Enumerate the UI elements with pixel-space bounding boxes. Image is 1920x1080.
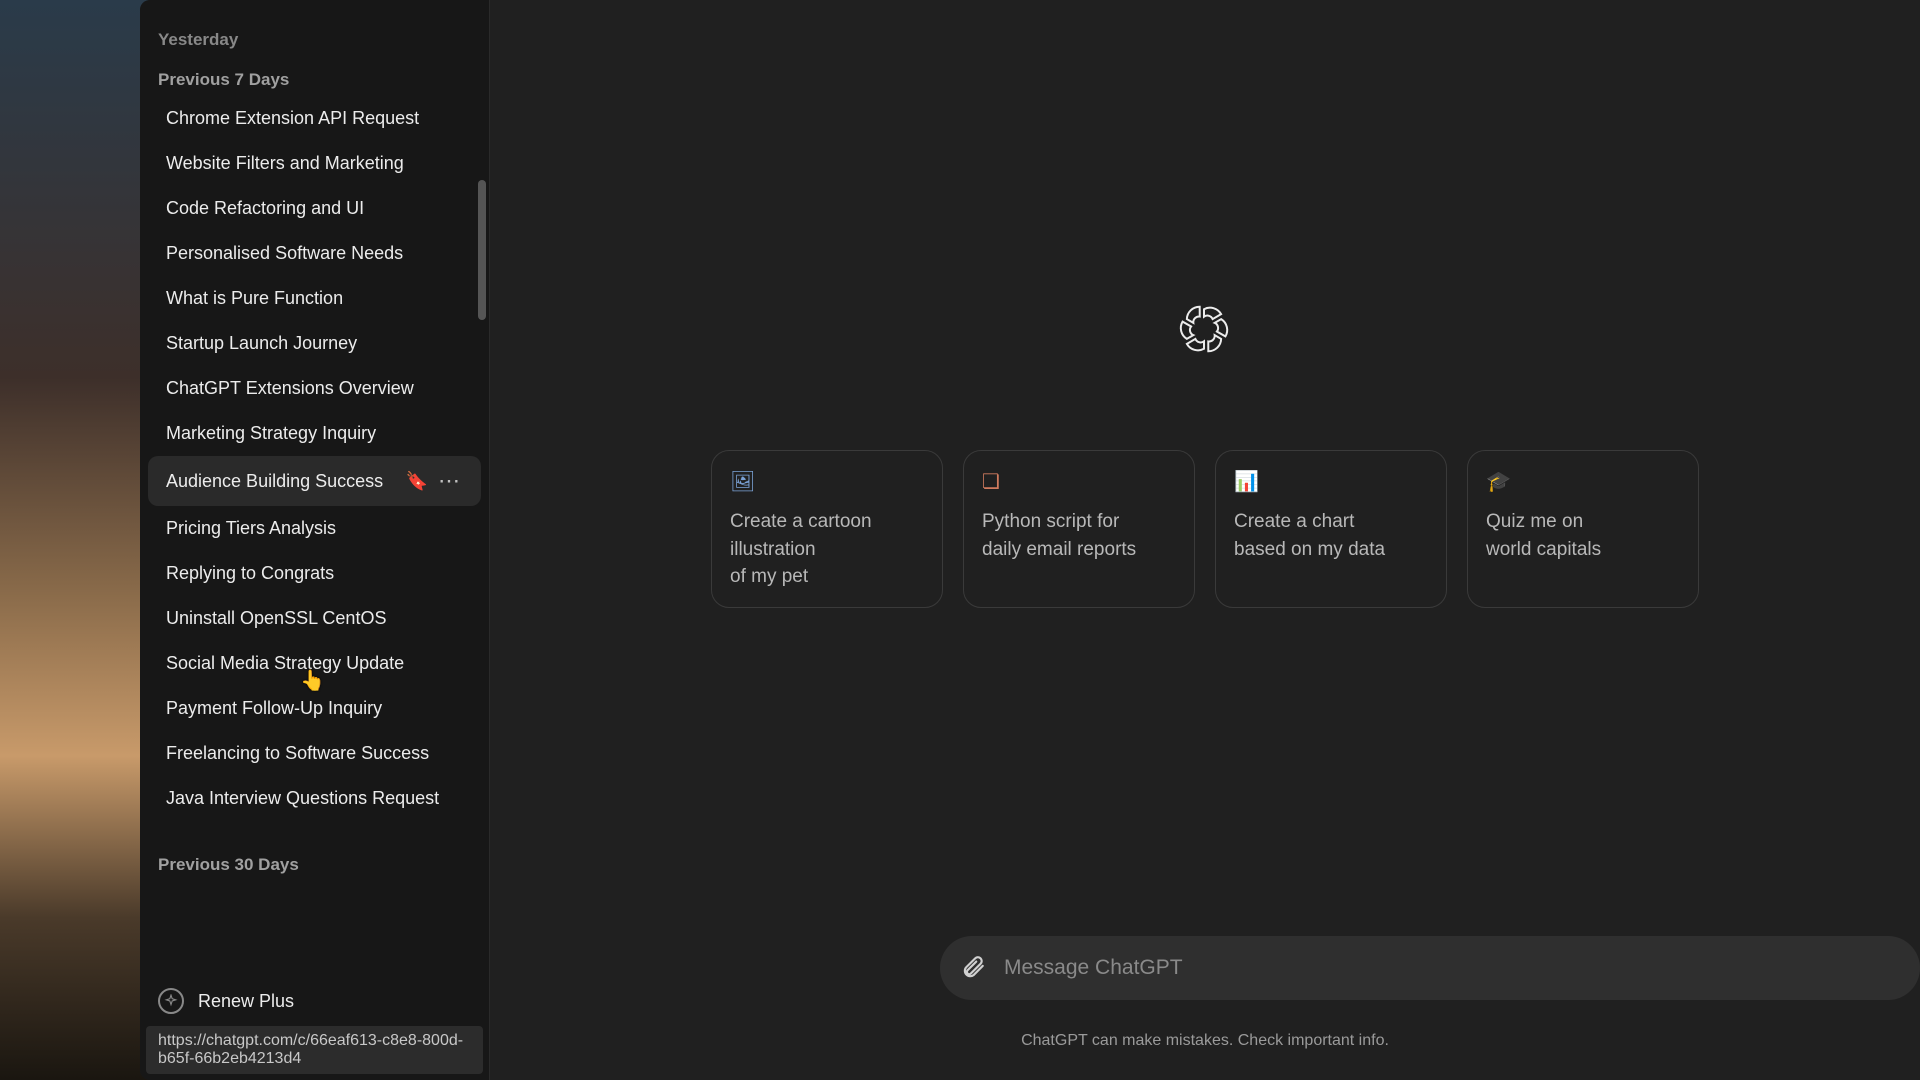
conversation-title: Personalised Software Needs <box>166 243 465 264</box>
conversation-item[interactable]: Website Filters and Marketing <box>148 141 481 186</box>
conversation-title: Audience Building Success <box>166 471 406 492</box>
suggestion-card[interactable]: ❏ Python script for daily email reports <box>963 450 1195 608</box>
conversation-item[interactable]: Personalised Software Needs <box>148 231 481 276</box>
sidebar-scroll-area[interactable]: Yesterday Previous 7 Days Chrome Extensi… <box>140 28 489 972</box>
suggestion-card[interactable]: 📊 Create a chart based on my data <box>1215 450 1447 608</box>
conversation-item[interactable]: Chrome Extension API Request <box>148 96 481 141</box>
conversation-item[interactable]: Pricing Tiers Analysis <box>148 506 481 551</box>
renew-plus-label: Renew Plus <box>198 991 294 1012</box>
conversation-title: Website Filters and Marketing <box>166 153 465 174</box>
center-area: 🖼 Create a cartoon illustration of my pe… <box>711 300 1699 608</box>
renew-plus-button[interactable]: Renew Plus <box>140 972 489 1022</box>
conversation-item[interactable]: Startup Launch Journey <box>148 321 481 366</box>
conversation-title: Social Media Strategy Update <box>166 653 465 674</box>
conversation-item[interactable]: Java Interview Questions Request <box>148 776 481 821</box>
section-label-30days: Previous 30 Days <box>140 845 489 881</box>
conversation-item[interactable]: Marketing Strategy Inquiry <box>148 411 481 456</box>
suggestion-card[interactable]: 🎓 Quiz me on world capitals <box>1467 450 1699 608</box>
sidebar-top <box>140 0 489 28</box>
conversation-title: ChatGPT Extensions Overview <box>166 378 465 399</box>
disclaimer-text: ChatGPT can make mistakes. Check importa… <box>1021 1032 1389 1050</box>
sparkle-icon <box>158 988 184 1014</box>
chatgpt-window: Yesterday Previous 7 Days Chrome Extensi… <box>140 0 1920 1080</box>
conversation-title: Payment Follow-Up Inquiry <box>166 698 465 719</box>
conversation-title: Uninstall OpenSSL CentOS <box>166 608 465 629</box>
conversation-item[interactable]: Payment Follow-Up Inquiry <box>148 686 481 731</box>
chatgpt-logo-icon <box>1175 300 1235 360</box>
conversation-item[interactable]: Uninstall OpenSSL CentOS <box>148 596 481 641</box>
conversation-title: Marketing Strategy Inquiry <box>166 423 465 444</box>
status-bar-url: https://chatgpt.com/c/66eaf613-c8e8-800d… <box>146 1026 483 1074</box>
conversation-item[interactable]: Freelancing to Software Success <box>148 731 481 776</box>
main-area: 🖼 Create a cartoon illustration of my pe… <box>490 0 1920 1080</box>
conversation-item[interactable]: Audience Building Success 🔖 ⋯ <box>148 456 481 506</box>
conversation-title: Pricing Tiers Analysis <box>166 518 465 539</box>
conversation-item[interactable]: Social Media Strategy Update <box>148 641 481 686</box>
conversation-title: Code Refactoring and UI <box>166 198 465 219</box>
conversation-title: What is Pure Function <box>166 288 465 309</box>
suggestion-text: Quiz me on world capitals <box>1486 508 1680 563</box>
image-icon: 🖼 <box>730 469 924 494</box>
conversation-title: Chrome Extension API Request <box>166 108 465 129</box>
attachment-icon[interactable] <box>960 954 988 982</box>
suggestion-text: Create a chart based on my data <box>1234 508 1428 563</box>
conversation-title: Freelancing to Software Success <box>166 743 465 764</box>
message-input-bar[interactable] <box>940 936 1920 1000</box>
graduation-cap-icon: 🎓 <box>1486 469 1680 494</box>
code-icon: ❏ <box>982 469 1176 494</box>
conversation-title: Replying to Congrats <box>166 563 465 584</box>
conversation-list: Chrome Extension API Request Website Fil… <box>140 96 489 821</box>
section-label-7days: Previous 7 Days <box>140 60 489 96</box>
conversation-item[interactable]: ChatGPT Extensions Overview <box>148 366 481 411</box>
sidebar: Yesterday Previous 7 Days Chrome Extensi… <box>140 0 490 1080</box>
chart-icon: 📊 <box>1234 469 1428 494</box>
suggestion-cards: 🖼 Create a cartoon illustration of my pe… <box>711 450 1699 608</box>
conversation-item[interactable]: Code Refactoring and UI <box>148 186 481 231</box>
suggestion-card[interactable]: 🖼 Create a cartoon illustration of my pe… <box>711 450 943 608</box>
archive-icon[interactable]: 🔖 <box>406 471 428 492</box>
suggestion-text: Create a cartoon illustration of my pet <box>730 508 924 591</box>
section-label-yesterday: Yesterday <box>140 28 489 60</box>
suggestion-text: Python script for daily email reports <box>982 508 1176 563</box>
conversation-title: Java Interview Questions Request <box>166 788 465 809</box>
conversation-title: Startup Launch Journey <box>166 333 465 354</box>
more-options-icon[interactable]: ⋯ <box>434 468 465 494</box>
message-input[interactable] <box>1004 956 1900 980</box>
scrollbar-thumb[interactable] <box>478 180 486 320</box>
conversation-item[interactable]: Replying to Congrats <box>148 551 481 596</box>
conversation-item[interactable]: What is Pure Function <box>148 276 481 321</box>
